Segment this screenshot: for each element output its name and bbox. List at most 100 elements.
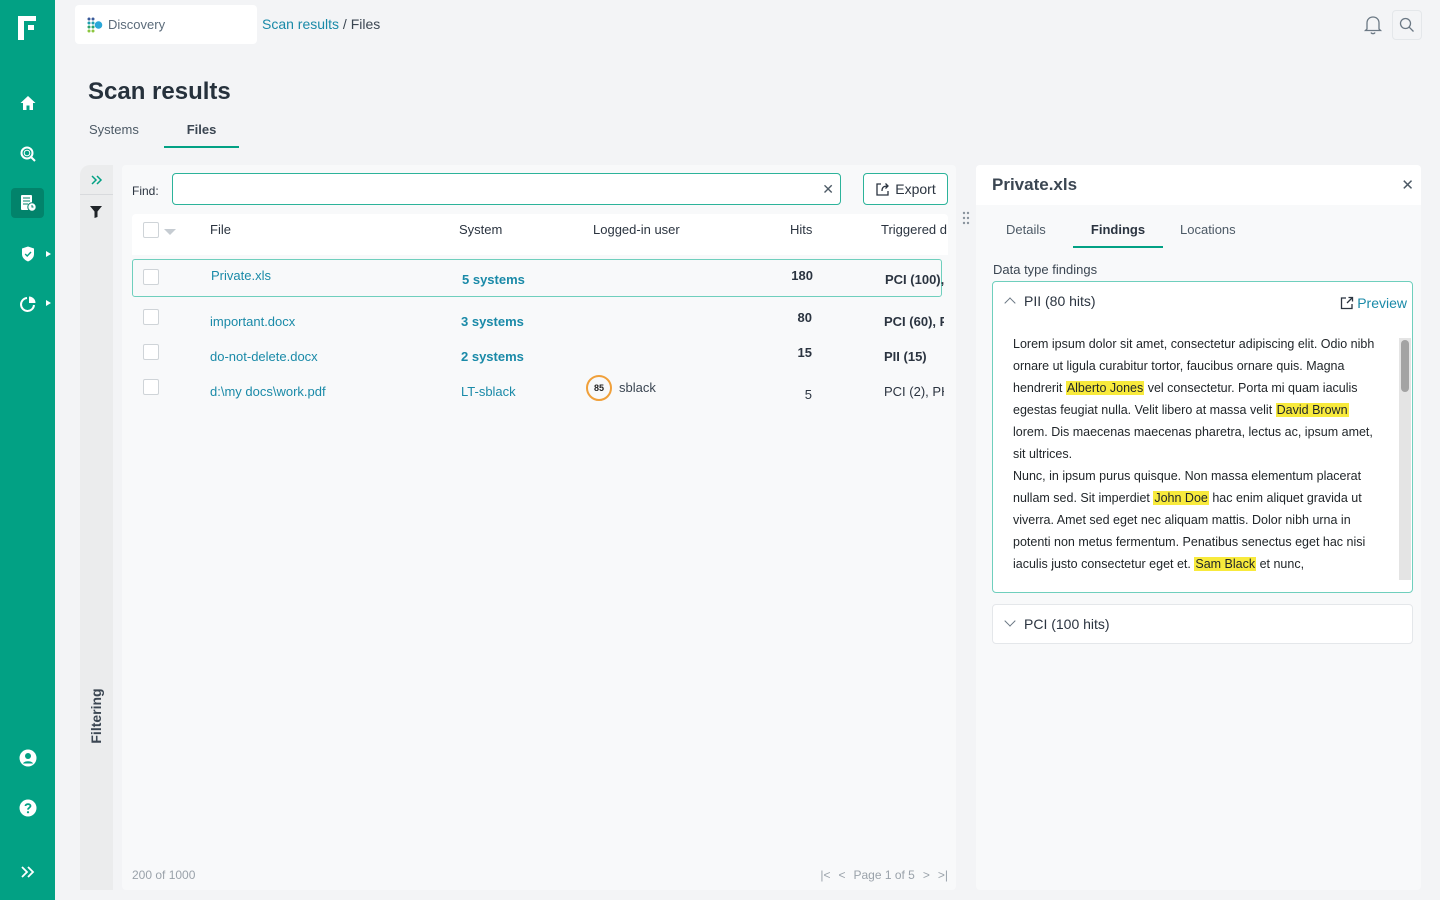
column-header-triggered[interactable]: Triggered d [881,222,948,237]
filtering-label[interactable]: Filtering [88,688,104,743]
scrollbar-thumb[interactable] [1401,340,1409,392]
chevron-up-icon [1004,297,1016,309]
accordion-pii: PII (80 hits) Preview Lorem ipsum dolor … [992,281,1413,593]
triggered-value: PCI (2), PH [884,384,944,399]
last-page-icon[interactable]: >| [938,868,948,882]
user-circle-icon [19,749,36,767]
hits-value: 180 [791,268,813,283]
filter-funnel-icon[interactable] [89,205,103,219]
column-header-logged-in-user[interactable]: Logged-in user [593,222,680,237]
pii-highlight: Sam Black [1194,557,1257,571]
pie-chart-icon [19,296,35,312]
breadcrumb-scan-results[interactable]: Scan results [262,16,339,32]
file-detail-panel: Private.xls ✕ Details Findings Locations… [976,165,1421,890]
table-row[interactable]: Private.xls 5 systems 180 PCI (100), [132,259,945,297]
table-header: File System Logged-in user Hits Triggere… [132,214,948,255]
row-checkbox[interactable] [143,344,159,360]
pii-highlight: Alberto Jones [1065,381,1145,395]
brand-logo-icon[interactable] [18,16,38,40]
tab-systems[interactable]: Systems [88,122,164,148]
find-label: Find: [132,184,159,198]
column-header-system[interactable]: System [459,222,502,237]
table-row[interactable]: do-not-delete.docx 2 systems 15 PII (15) [132,340,942,378]
close-detail-icon[interactable]: ✕ [1401,176,1414,194]
accordion-title: PII (80 hits) [1024,293,1096,309]
breadcrumb-separator: / [339,16,351,32]
detail-tabs: Details Findings Locations [993,222,1236,248]
nav-item-help[interactable] [11,793,44,823]
accordion-pci[interactable]: PCI (100 hits) [992,604,1413,644]
tab-findings[interactable]: Findings [1073,222,1163,248]
column-header-file[interactable]: File [210,222,231,237]
app-switcher[interactable]: Discovery [75,5,257,44]
find-field[interactable]: ✕ [172,173,841,205]
preview-link[interactable]: Preview [1340,295,1407,311]
select-menu-caret-icon[interactable] [164,229,176,235]
preview-scrollbar[interactable] [1399,338,1411,580]
nav-item-protection[interactable] [11,239,44,269]
app-switcher-label: Discovery [108,17,166,32]
select-all-checkbox[interactable] [143,222,159,238]
shield-check-icon [21,246,34,262]
detail-header: Private.xls ✕ [976,165,1421,205]
triggered-value: PCI (100), [885,272,945,287]
nav-expand-button[interactable] [11,857,44,887]
scan-search-icon [20,146,36,162]
table-row[interactable]: d:\my docs\work.pdf LT-sblack 85 sblack … [132,375,944,413]
pii-highlight: David Brown [1275,403,1349,417]
system-link[interactable]: 2 systems [461,349,524,364]
tab-locations[interactable]: Locations [1163,222,1236,248]
nav-item-home[interactable] [11,88,44,118]
data-type-findings-label: Data type findings [993,262,1098,277]
row-checkbox[interactable] [143,309,159,325]
help-circle-icon [19,799,36,817]
first-page-icon[interactable]: |< [820,868,830,882]
file-name-link[interactable]: d:\my docs\work.pdf [210,384,326,399]
table-row[interactable]: important.docx 3 systems 80 PCI (60), P [132,305,944,343]
nav-item-discovery[interactable] [11,139,44,169]
nav-item-reports[interactable] [11,289,44,319]
next-page-icon[interactable]: > [923,868,930,882]
preview-label: Preview [1357,295,1407,311]
double-chevron-right-icon [90,174,102,185]
row-checkbox[interactable] [143,269,159,285]
notifications-bell-icon[interactable] [1363,14,1383,36]
panel-resize-handle-icon[interactable] [962,211,970,225]
left-nav [0,0,55,900]
hits-value: 15 [797,345,812,360]
discovery-app-icon [87,17,103,32]
breadcrumb-current: Files [350,16,381,32]
preview-text: Lorem ipsum dolor sit amet, consectetur … [1013,333,1383,577]
page-indicator: Page 1 of 5 [853,868,915,882]
triggered-value: PII (15) [884,349,927,364]
results-count: 200 of 1000 [132,868,196,882]
files-table-panel: Find: ✕ Export File System Logged-in use… [122,165,956,890]
nav-item-account[interactable] [11,743,44,773]
accordion-pci-header[interactable]: PCI (100 hits) [993,605,1412,645]
global-search-button[interactable] [1392,10,1422,40]
expand-filtering-button[interactable] [80,165,113,195]
file-name-link[interactable]: Private.xls [211,268,271,283]
row-checkbox[interactable] [143,379,159,395]
logged-in-user: sblack [619,380,656,395]
file-name-link[interactable]: do-not-delete.docx [210,349,318,364]
detail-title: Private.xls [992,175,1078,194]
file-name-link[interactable]: important.docx [210,314,295,329]
nav-submenu-caret-icon [46,251,51,257]
find-input[interactable] [173,174,803,204]
page-title: Scan results [88,78,231,105]
export-button[interactable]: Export [863,173,948,205]
clear-find-icon[interactable]: ✕ [822,181,834,198]
system-link[interactable]: 3 systems [461,314,524,329]
previous-page-icon[interactable]: < [838,868,845,882]
tab-details[interactable]: Details [993,222,1073,248]
accordion-title: PCI (100 hits) [1024,616,1110,632]
column-header-hits[interactable]: Hits [790,222,812,237]
tab-files[interactable]: Files [164,122,239,148]
report-clock-icon [20,195,37,212]
pii-highlight: John Doe [1153,491,1209,505]
hits-value: 5 [804,387,812,402]
system-link[interactable]: 5 systems [462,272,525,287]
system-link[interactable]: LT-sblack [461,384,516,399]
nav-item-scan-results[interactable] [11,188,44,218]
